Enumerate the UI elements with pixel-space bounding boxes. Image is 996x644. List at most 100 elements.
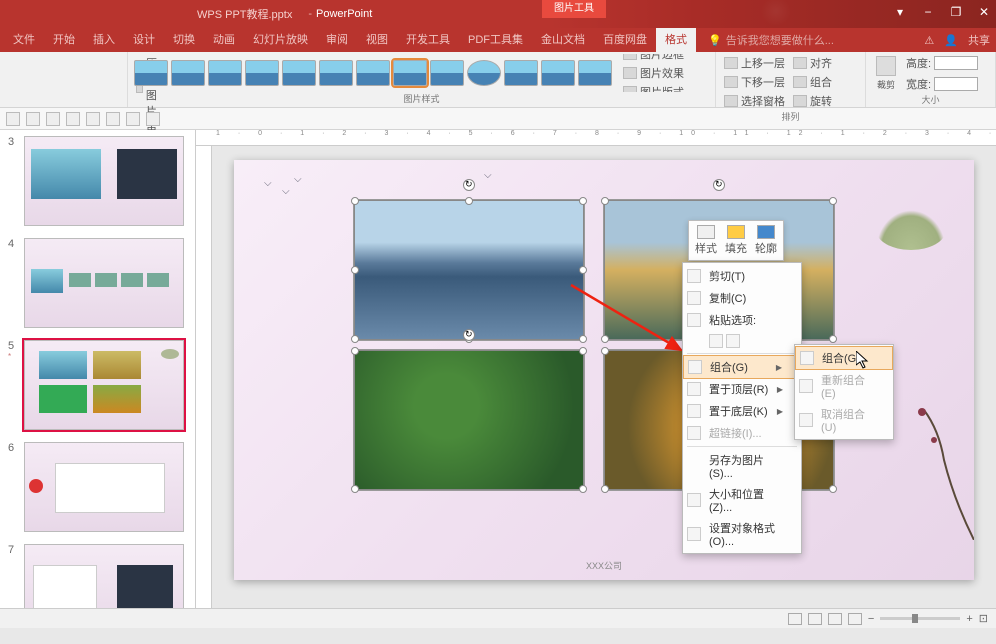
mini-style-button[interactable]: 样式 xyxy=(695,225,717,256)
rotation-handle[interactable] xyxy=(713,179,725,191)
qat-icon-5[interactable] xyxy=(86,112,100,126)
slide-thumb-7[interactable]: 7 xyxy=(8,544,187,608)
submenu-group[interactable]: 组合(G) xyxy=(795,346,893,370)
mini-outline-button[interactable]: 轮廓 xyxy=(755,225,777,256)
tab-design[interactable]: 设计 xyxy=(124,28,164,52)
resize-handle[interactable] xyxy=(829,197,837,205)
group-button[interactable]: 组合 xyxy=(791,73,834,91)
tab-jinshan[interactable]: 金山文档 xyxy=(532,28,594,52)
picture-top-left[interactable] xyxy=(354,200,584,340)
mini-fill-button[interactable]: 填充 xyxy=(725,225,747,256)
warning-icon[interactable]: ⚠ xyxy=(924,34,934,47)
resize-handle[interactable] xyxy=(601,485,609,493)
picture-style-6[interactable] xyxy=(319,60,353,86)
slide-thumb-4[interactable]: 4 xyxy=(8,238,187,328)
resize-handle[interactable] xyxy=(601,335,609,343)
ctx-group[interactable]: 组合(G)▶ xyxy=(683,355,801,379)
resize-handle[interactable] xyxy=(829,485,837,493)
picture-layout-button[interactable]: 图片版式 xyxy=(621,83,686,92)
zoom-out-button[interactable]: − xyxy=(868,613,874,625)
view-reading-icon[interactable] xyxy=(828,613,842,625)
paste-opt-1-icon[interactable] xyxy=(709,334,723,348)
zoom-in-button[interactable]: + xyxy=(966,613,972,625)
rotate-button[interactable]: 旋转 xyxy=(791,92,834,110)
view-sorter-icon[interactable] xyxy=(808,613,822,625)
share-button[interactable]: 共享 xyxy=(968,32,990,48)
view-normal-icon[interactable] xyxy=(788,613,802,625)
qat-icon-4[interactable] xyxy=(66,112,80,126)
picture-style-9[interactable] xyxy=(430,60,464,86)
picture-style-4[interactable] xyxy=(245,60,279,86)
tell-me-search[interactable]: 💡 告诉我您想要做什么... xyxy=(708,32,834,48)
resize-handle[interactable] xyxy=(351,485,359,493)
resize-handle[interactable] xyxy=(601,197,609,205)
crop-button[interactable]: 裁剪 xyxy=(872,54,900,93)
minimize-button[interactable]: − xyxy=(920,4,936,20)
resize-handle[interactable] xyxy=(351,335,359,343)
qat-undo-icon[interactable] xyxy=(26,112,40,126)
zoom-slider[interactable] xyxy=(880,617,960,620)
resize-handle[interactable] xyxy=(351,266,359,274)
slide-thumb-3[interactable]: 3 xyxy=(8,136,187,226)
qat-redo-icon[interactable] xyxy=(46,112,60,126)
ctx-copy[interactable]: 复制(C) xyxy=(683,287,801,309)
picture-style-1[interactable] xyxy=(134,60,168,86)
resize-handle[interactable] xyxy=(351,197,359,205)
selection-pane-button[interactable]: 选择窗格 xyxy=(722,92,787,110)
tab-format[interactable]: 格式 xyxy=(656,28,696,52)
tab-transition[interactable]: 切换 xyxy=(164,28,204,52)
slide-thumbnails-panel[interactable]: 3 4 5* 6 xyxy=(0,130,196,608)
resize-handle[interactable] xyxy=(579,335,587,343)
rotation-handle[interactable] xyxy=(463,179,475,191)
ctx-hyperlink[interactable]: 超链接(I)... xyxy=(683,422,801,444)
qat-icon-6[interactable] xyxy=(106,112,120,126)
resize-handle[interactable] xyxy=(465,197,473,205)
width-input[interactable] xyxy=(934,77,978,91)
qat-icon-8[interactable] xyxy=(146,112,160,126)
resize-handle[interactable] xyxy=(601,347,609,355)
picture-border-button[interactable]: 图片边框 xyxy=(621,54,686,63)
height-input[interactable] xyxy=(934,56,978,70)
ctx-paste-options[interactable] xyxy=(683,331,801,351)
tab-review[interactable]: 审阅 xyxy=(317,28,357,52)
picture-style-3[interactable] xyxy=(208,60,242,86)
rotation-handle[interactable] xyxy=(463,329,475,341)
paste-opt-2-icon[interactable] xyxy=(726,334,740,348)
picture-style-11[interactable] xyxy=(504,60,538,86)
tab-view[interactable]: 视图 xyxy=(357,28,397,52)
picture-style-7[interactable] xyxy=(356,60,390,86)
bring-forward-button[interactable]: 上移一层 xyxy=(722,54,787,72)
tab-pdf[interactable]: PDF工具集 xyxy=(459,28,532,52)
resize-handle[interactable] xyxy=(579,485,587,493)
picture-effects-button[interactable]: 图片效果 xyxy=(621,64,686,82)
tab-developer[interactable]: 开发工具 xyxy=(397,28,459,52)
picture-style-2[interactable] xyxy=(171,60,205,86)
resize-handle[interactable] xyxy=(579,347,587,355)
ctx-format-object[interactable]: 设置对象格式(O)... xyxy=(683,517,801,551)
ctx-cut[interactable]: 剪切(T) xyxy=(683,265,801,287)
picture-style-8[interactable] xyxy=(393,60,427,86)
picture-style-12[interactable] xyxy=(541,60,575,86)
send-backward-button[interactable]: 下移一层 xyxy=(722,73,787,91)
ribbon-options-icon[interactable]: ▾ xyxy=(892,4,908,20)
qat-icon-7[interactable] xyxy=(126,112,140,126)
ctx-bring-front[interactable]: 置于顶层(R)▶ xyxy=(683,378,801,400)
tab-home[interactable]: 开始 xyxy=(44,28,84,52)
tab-baidu[interactable]: 百度网盘 xyxy=(594,28,656,52)
picture-style-13[interactable] xyxy=(578,60,612,86)
picture-style-10[interactable] xyxy=(467,60,501,86)
picture-style-5[interactable] xyxy=(282,60,316,86)
qat-save-icon[interactable] xyxy=(6,112,20,126)
slide-edit-area[interactable]: 1 · 0 · 1 · 2 · 3 · 4 · 5 · 6 · 7 · 8 · … xyxy=(196,130,996,608)
resize-handle[interactable] xyxy=(351,347,359,355)
slide-thumb-5[interactable]: 5* xyxy=(8,340,187,430)
zoom-fit-button[interactable]: ⊡ xyxy=(979,612,988,625)
slide-thumb-6[interactable]: 6 xyxy=(8,442,187,532)
ctx-send-back[interactable]: 置于底层(K)▶ xyxy=(683,400,801,422)
tab-slideshow[interactable]: 幻灯片放映 xyxy=(244,28,317,52)
resize-handle[interactable] xyxy=(579,266,587,274)
close-button[interactable]: ✕ xyxy=(976,4,992,20)
picture-bottom-left[interactable] xyxy=(354,350,584,490)
tab-insert[interactable]: 插入 xyxy=(84,28,124,52)
align-button[interactable]: 对齐 xyxy=(791,54,834,72)
